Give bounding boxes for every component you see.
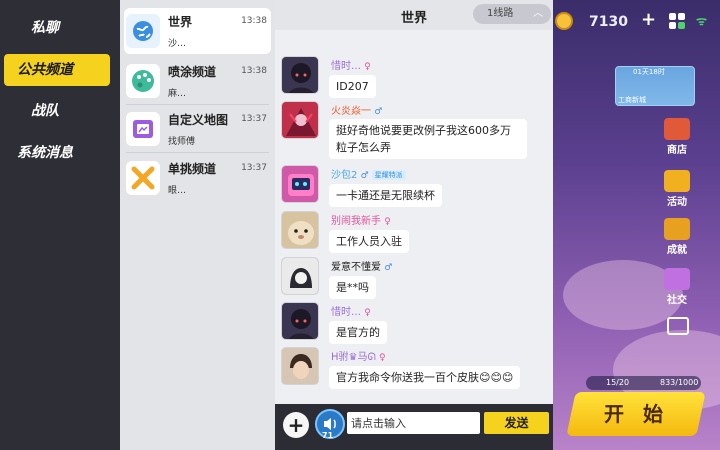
events-label: 活动 — [667, 197, 687, 208]
chat-panel: 世界 1线路 ︿ 惜时… ♀ ID207 火炎焱一 ♂ 挺好奇他说要更改例子我这… — [275, 0, 553, 450]
map-editor-icon — [126, 112, 160, 146]
category-system-messages[interactable]: 系统消息 — [0, 137, 120, 169]
channel-list: 世界 13:38 沙… 喷涂频道 13:38 麻… 自定义地图 13:37 找师… — [120, 0, 275, 450]
channel-time: 13:38 — [241, 16, 267, 26]
sender-name: 惜时… ♀ — [331, 61, 371, 72]
chat-header: 世界 1线路 ︿ — [275, 0, 553, 30]
achievements-label: 成就 — [667, 245, 687, 256]
channel-item-custom-map[interactable]: 自定义地图 13:37 找师傅 — [124, 106, 271, 152]
gift-icon — [664, 170, 690, 192]
shop-label: 商店 — [667, 145, 687, 156]
avatar[interactable] — [281, 211, 319, 249]
message-bubble: ID207 — [329, 75, 376, 98]
menu-grid-icon[interactable] — [669, 13, 685, 29]
channel-time: 13:37 — [241, 163, 267, 173]
avatar[interactable] — [281, 257, 319, 295]
social-icon — [664, 268, 690, 290]
crossed-swords-icon — [126, 161, 160, 195]
voice-count: 71 — [322, 431, 334, 440]
sender-name: 火炎焱一 ♂ — [331, 106, 383, 117]
start-game-button[interactable]: 开 始 — [566, 392, 706, 436]
map-name: 工商新城 — [618, 96, 646, 104]
line-selector-label: 1线路 — [487, 8, 514, 19]
coin-icon — [555, 12, 573, 30]
sender-name: ᕼ驸♛马ᘏ ♀ — [331, 352, 386, 363]
channel-name: 世界 — [168, 15, 193, 29]
wifi-icon: ᯤ — [696, 14, 707, 28]
channel-divider — [126, 152, 269, 153]
category-team[interactable]: 战队 — [0, 95, 120, 127]
channel-item-duel[interactable]: 单挑频道 13:37 眼… — [124, 155, 271, 201]
achievements-button[interactable]: 成就 — [661, 218, 693, 258]
sender-name: 别闹我新手 ♀ — [331, 216, 391, 227]
avatar[interactable] — [281, 347, 319, 385]
channel-time: 13:38 — [241, 66, 267, 76]
line-selector-dropdown[interactable]: 1线路 ︿ — [473, 4, 551, 24]
events-button[interactable]: 活动 — [661, 170, 693, 210]
start-label: 开 始 — [603, 402, 669, 426]
map-countdown: 01天18时 — [633, 68, 665, 76]
chat-message-input[interactable] — [347, 412, 480, 434]
stat-progress: 833/1000 — [660, 378, 699, 387]
avatar[interactable] — [281, 101, 319, 139]
channel-name: 自定义地图 — [168, 113, 229, 127]
add-coins-button[interactable]: + — [641, 11, 659, 29]
channel-item-paint[interactable]: 喷涂频道 13:38 麻… — [124, 58, 271, 104]
shop-button[interactable]: 商店 — [661, 118, 693, 158]
channel-name: 喷涂频道 — [168, 65, 217, 79]
category-public-channel[interactable]: 公共频道 — [4, 54, 110, 86]
add-attachment-button[interactable]: + — [283, 412, 309, 438]
game-lobby-background: 7130 + ᯤ 01天18时 工商新城 商店 活动 成就 社交 15/20 8… — [553, 0, 720, 450]
channel-preview: 眼… — [168, 186, 187, 196]
globe-icon — [126, 14, 160, 48]
stat-players: 15/20 — [606, 378, 630, 387]
chat-input-bar: + 71 发送 — [275, 404, 553, 450]
message-bubble: 挺好奇他说要更改例子我这600多万粒子怎么弄 — [329, 119, 527, 159]
channel-time: 13:37 — [241, 114, 267, 124]
sender-name: 惜时… ♀ — [331, 307, 371, 318]
message-bubble: 工作人员入驻 — [329, 230, 409, 253]
channel-preview: 麻… — [168, 89, 187, 99]
stats-bar: 15/20 833/1000 — [586, 376, 701, 390]
channel-preview: 找师傅 — [168, 137, 196, 147]
vip-badge: 星耀特派 — [371, 170, 406, 180]
category-private-chat[interactable]: 私聊 — [0, 12, 120, 44]
channel-item-world[interactable]: 世界 13:38 沙… — [124, 8, 271, 54]
social-label: 社交 — [667, 295, 687, 306]
palette-icon — [126, 64, 160, 98]
channel-name: 单挑频道 — [168, 162, 217, 176]
message-bubble: 一卡通还是无限续杯 — [329, 184, 442, 207]
channel-divider — [126, 104, 269, 105]
avatar[interactable] — [281, 56, 319, 94]
screen-icon[interactable] — [667, 317, 689, 335]
avatar[interactable] — [281, 302, 319, 340]
avatar[interactable] — [281, 165, 319, 203]
send-button[interactable]: 发送 — [484, 412, 549, 434]
sender-name: 沙包2 ♂ 星耀特派 — [331, 166, 406, 181]
coin-balance: 7130 — [589, 14, 628, 30]
channel-preview: 沙… — [168, 39, 187, 49]
category-sidebar: 私聊 公共频道 战队 系统消息 — [0, 0, 120, 450]
chevron-up-icon: ︿ — [533, 8, 543, 19]
sender-name: 爱意不懂爱 ♂ — [331, 262, 393, 273]
social-button[interactable]: 社交 — [661, 268, 693, 308]
shop-icon — [664, 118, 690, 140]
message-bubble: 是**吗 — [329, 276, 376, 299]
message-bubble: 官方我命令你送我一百个皮肤😊😊😊 — [329, 366, 521, 389]
trophy-icon — [664, 218, 690, 240]
message-bubble: 是官方的 — [329, 321, 387, 344]
